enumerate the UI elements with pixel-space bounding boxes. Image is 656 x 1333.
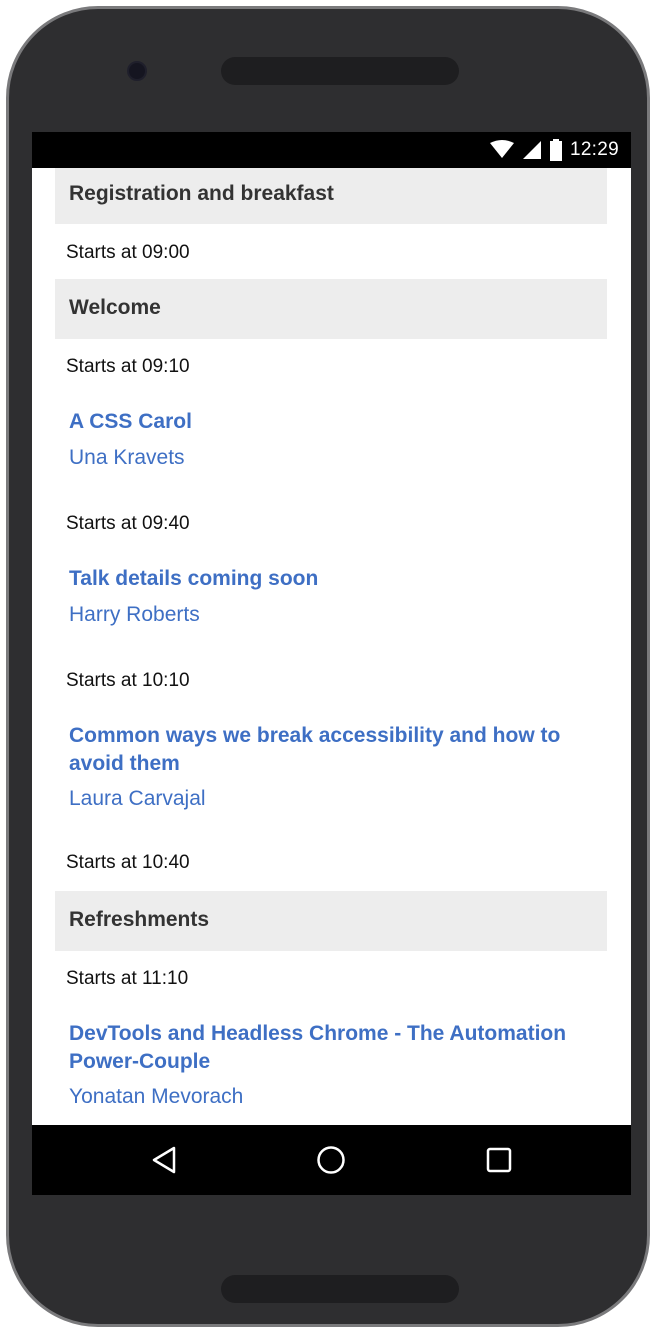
- section-title: Registration and breakfast: [69, 182, 334, 205]
- screen: 12:29 Registration and breakfast Starts …: [32, 132, 631, 1195]
- status-time: 12:29: [569, 139, 619, 160]
- schedule-list[interactable]: Registration and breakfast Starts at 09:…: [32, 168, 631, 1125]
- wifi-icon: [489, 140, 514, 158]
- section-title: Refreshments: [69, 908, 210, 931]
- talk-title-link[interactable]: DevTools and Headless Chrome - The Autom…: [69, 1020, 599, 1076]
- section-title: Welcome: [69, 296, 161, 319]
- bottom-speaker: [221, 1275, 459, 1303]
- talk-title-link[interactable]: Talk details coming soon: [69, 565, 599, 593]
- front-camera: [127, 61, 147, 81]
- navigation-bar: [32, 1125, 631, 1195]
- back-button[interactable]: [144, 1140, 184, 1180]
- start-time: Starts at 09:40: [66, 513, 190, 534]
- speaker-link[interactable]: Yonatan Mevorach: [69, 1085, 243, 1109]
- section-header: Welcome: [55, 279, 607, 339]
- signal-icon: [522, 141, 541, 159]
- section-header: Registration and breakfast: [55, 168, 607, 224]
- speaker-link[interactable]: Harry Roberts: [69, 603, 200, 627]
- start-time: Starts at 10:10: [66, 670, 190, 691]
- home-button[interactable]: [311, 1140, 351, 1180]
- start-time: Starts at 09:10: [66, 356, 190, 377]
- home-icon: [317, 1146, 345, 1174]
- start-time: Starts at 10:40: [66, 852, 190, 873]
- recents-icon: [486, 1147, 512, 1173]
- earpiece-speaker: [221, 57, 459, 85]
- section-header: Refreshments: [55, 891, 607, 951]
- battery-icon: [549, 139, 562, 161]
- status-bar: 12:29: [32, 132, 631, 168]
- recents-button[interactable]: [479, 1140, 519, 1180]
- speaker-link[interactable]: Una Kravets: [69, 446, 185, 470]
- talk-title-link[interactable]: Common ways we break accessibility and h…: [69, 722, 599, 778]
- start-time: Starts at 11:10: [66, 968, 189, 989]
- speaker-link[interactable]: Laura Carvajal: [69, 787, 206, 811]
- back-icon: [152, 1146, 176, 1174]
- start-time: Starts at 09:00: [66, 242, 190, 263]
- talk-title-link[interactable]: A CSS Carol: [69, 408, 599, 436]
